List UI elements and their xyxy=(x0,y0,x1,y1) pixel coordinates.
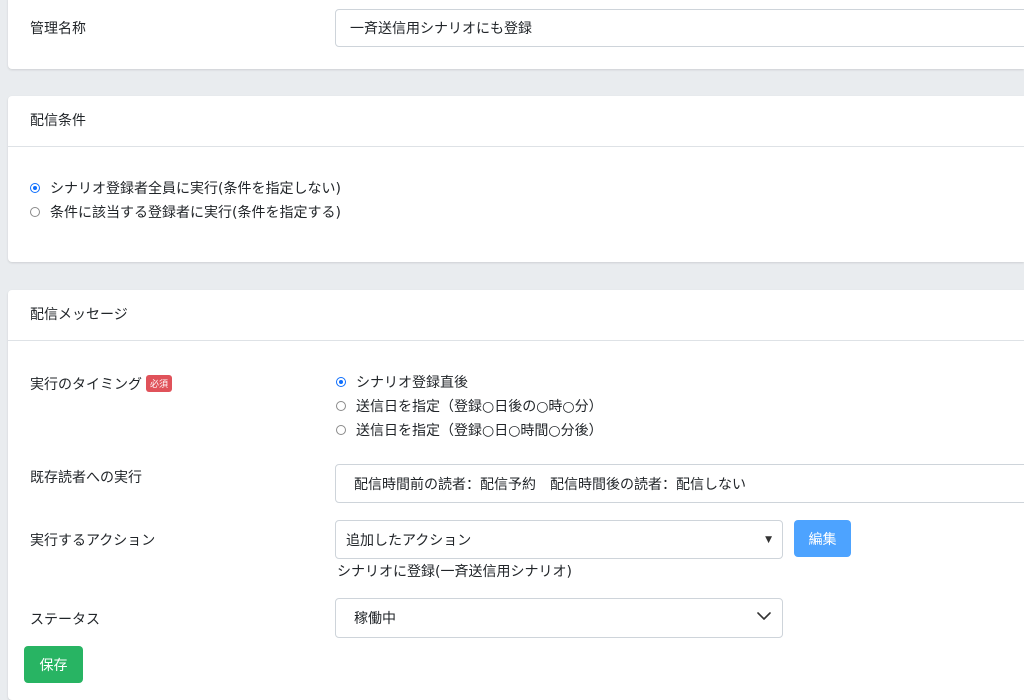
radio-unchecked-icon[interactable] xyxy=(336,401,346,411)
delivery-message-title: 配信メッセージ xyxy=(8,290,1024,341)
timing-option-days-after[interactable]: 送信日を指定（登録○日後の○時○分） xyxy=(336,394,603,418)
management-name-label: 管理名称 xyxy=(30,21,86,37)
edit-action-button[interactable]: 編集 xyxy=(794,520,851,557)
chevron-down-icon xyxy=(757,612,771,620)
radio-unchecked-icon[interactable] xyxy=(30,207,40,217)
radio-unchecked-icon[interactable] xyxy=(336,425,346,435)
condition-option-filtered[interactable]: 条件に該当する登録者に実行(条件を指定する) xyxy=(30,200,341,224)
existing-readers-label: 既存読者への実行 xyxy=(30,470,142,486)
timing-option-duration-after[interactable]: 送信日を指定（登録○日○時間○分後） xyxy=(336,418,603,442)
status-select-value: 稼働中 xyxy=(354,611,396,627)
timing-option-duration-after-label: 送信日を指定（登録○日○時間○分後） xyxy=(356,423,603,439)
action-label: 実行するアクション xyxy=(30,533,156,549)
radio-checked-icon[interactable] xyxy=(30,183,40,193)
timing-label: 実行のタイミング 必須 xyxy=(30,374,173,394)
action-select-value: 追加したアクション xyxy=(346,532,472,549)
radio-checked-icon[interactable] xyxy=(336,377,346,387)
timing-options: シナリオ登録直後 送信日を指定（登録○日後の○時○分） 送信日を指定（登録○日○… xyxy=(336,370,603,442)
caret-down-icon: ▼ xyxy=(765,534,772,545)
condition-option-all-label: シナリオ登録者全員に実行(条件を指定しない) xyxy=(50,181,341,197)
management-name-card: 管理名称 一斉送信用シナリオにも登録 xyxy=(8,0,1024,69)
status-select[interactable]: 稼働中 xyxy=(335,598,783,638)
delivery-conditions-card: 配信条件 シナリオ登録者全員に実行(条件を指定しない) 条件に該当する登録者に実… xyxy=(8,96,1024,262)
management-name-input[interactable]: 一斉送信用シナリオにも登録 xyxy=(335,9,1024,47)
condition-option-filtered-label: 条件に該当する登録者に実行(条件を指定する) xyxy=(50,205,341,221)
timing-option-days-after-label: 送信日を指定（登録○日後の○時○分） xyxy=(356,399,603,415)
timing-option-immediate[interactable]: シナリオ登録直後 xyxy=(336,370,603,394)
delivery-conditions-title: 配信条件 xyxy=(8,96,1024,147)
action-description: シナリオに登録(一斉送信用シナリオ) xyxy=(337,564,572,580)
action-select[interactable]: 追加したアクション ▼ xyxy=(335,520,783,559)
required-badge: 必須 xyxy=(146,375,173,392)
timing-option-immediate-label: シナリオ登録直後 xyxy=(356,375,468,391)
save-button[interactable]: 保存 xyxy=(24,646,83,683)
status-label: ステータス xyxy=(30,612,100,628)
existing-readers-field[interactable]: 配信時間前の読者：配信予約 配信時間後の読者：配信しない xyxy=(335,464,1024,503)
condition-option-all[interactable]: シナリオ登録者全員に実行(条件を指定しない) xyxy=(30,176,341,200)
timing-label-text: 実行のタイミング xyxy=(30,377,142,393)
